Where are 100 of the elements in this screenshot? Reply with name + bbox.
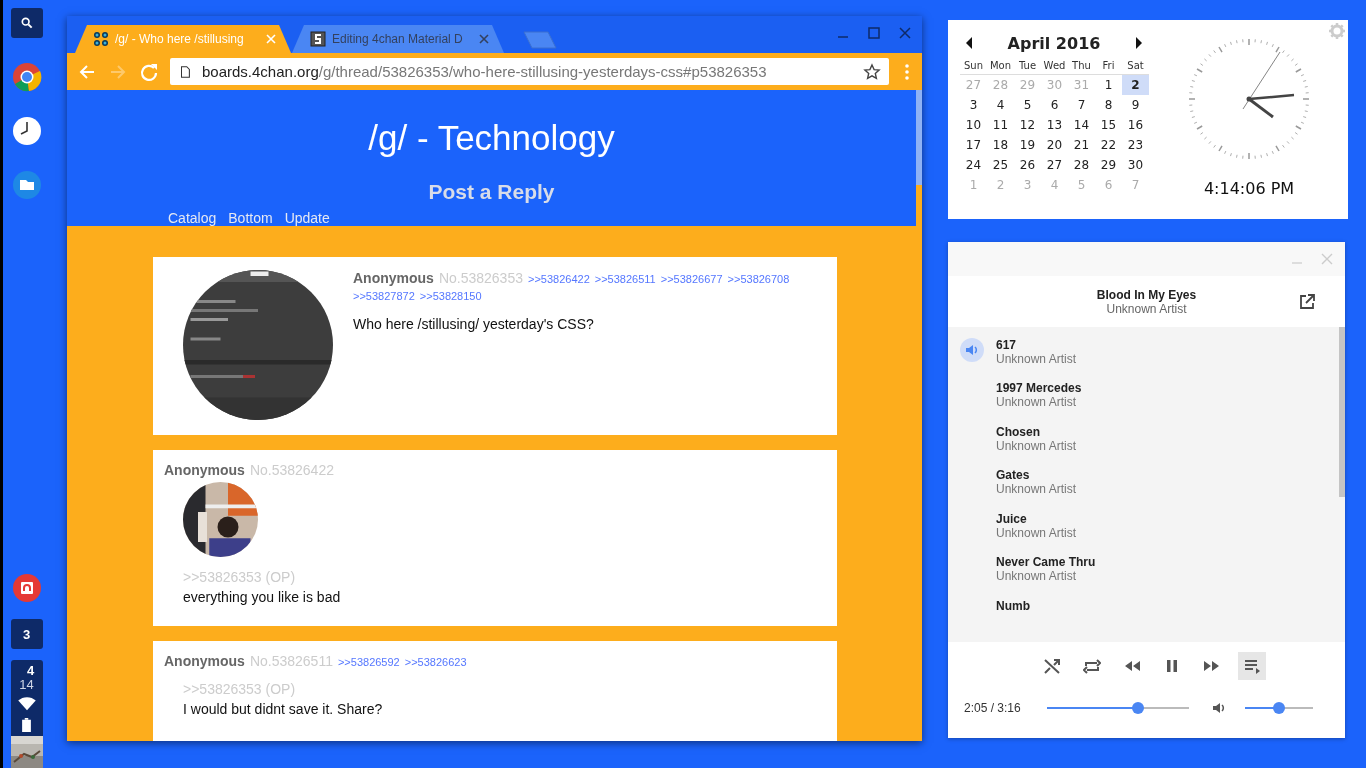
weekday-label: Thu: [1068, 58, 1095, 75]
close-icon[interactable]: [898, 26, 912, 40]
post-text: I would but didnt save it. Share?: [183, 701, 384, 717]
calendar-day[interactable]: 23: [1122, 135, 1149, 155]
calendar-day[interactable]: 2: [1122, 75, 1149, 95]
repeat-icon[interactable]: [1082, 657, 1101, 675]
track-artist: Unknown Artist: [996, 352, 1077, 366]
calendar-day[interactable]: 6: [1041, 95, 1068, 115]
next-month-icon[interactable]: [1134, 36, 1144, 50]
calendar-day[interactable]: 7: [1068, 95, 1095, 115]
weekday-label: Fri: [1095, 58, 1122, 75]
poster-name: Anonymous: [164, 653, 245, 669]
track-title: Gates: [996, 468, 1031, 483]
track-title: Never Came Thru: [996, 555, 1096, 570]
calendar-day[interactable]: 16: [1122, 115, 1149, 135]
nav-link[interactable]: Update: [284, 210, 330, 226]
search-button[interactable]: [10, 8, 43, 38]
folder-icon[interactable]: [11, 170, 42, 200]
clock-minute: 14: [19, 678, 34, 691]
star-icon[interactable]: [863, 62, 881, 81]
nav-link[interactable]: Catalog: [168, 210, 217, 226]
backlink[interactable]: >>53826677: [660, 273, 723, 285]
track-item[interactable]: 617 Unknown Artist: [948, 338, 1339, 382]
calendar-day[interactable]: 15: [1095, 115, 1122, 135]
calendar-day[interactable]: 10: [960, 115, 987, 135]
calendar-day[interactable]: 25: [987, 155, 1014, 175]
status-area[interactable]: 4 14: [10, 660, 43, 736]
backlink[interactable]: >>53826592: [337, 656, 400, 668]
post-text: Who here /stillusing/ yesterday's CSS?: [353, 316, 595, 332]
clock-icon[interactable]: [11, 116, 42, 146]
external-link-icon[interactable]: [1299, 294, 1315, 310]
calendar-day[interactable]: 18: [987, 135, 1014, 155]
calendar-day[interactable]: 1: [1095, 75, 1122, 95]
calendar-day[interactable]: 5: [1014, 95, 1041, 115]
post-reply-link[interactable]: Post a Reply: [428, 180, 555, 204]
track-item[interactable]: Gates Unknown Artist: [948, 468, 1339, 512]
calendar-day[interactable]: 11: [987, 115, 1014, 135]
url-path: /g/thread/53826353/who-here-stillusing-yesterdays-css#p53826353: [318, 63, 767, 80]
calendar-day[interactable]: 27: [1041, 155, 1068, 175]
weekday-label: Wed: [1041, 58, 1068, 75]
battery-icon: [22, 718, 31, 732]
app-icon[interactable]: [11, 573, 42, 603]
track-title: Numb: [996, 598, 1030, 613]
address-bar[interactable]: boards.4chan.org/g/thread/53826353/who-here-stillusing-yesterdays-css#p53826353: [170, 58, 889, 85]
track-artist: Unknown Artist: [996, 482, 1077, 497]
calendar-day[interactable]: 14: [1068, 115, 1095, 135]
playback-time: 2:05 / 3:16: [964, 701, 1022, 715]
calendar-day[interactable]: 28: [1068, 155, 1095, 175]
track-item[interactable]: 1997 Mercedes Unknown Artist: [948, 381, 1339, 425]
calendar-day[interactable]: 26: [1014, 155, 1041, 175]
shuffle-icon[interactable]: [1042, 657, 1061, 675]
calendar-day[interactable]: 30: [1122, 155, 1149, 175]
backlink[interactable]: >>53826708: [727, 273, 790, 285]
backlink[interactable]: >>53828150: [419, 290, 482, 302]
track-title: 1997 Mercedes: [996, 381, 1082, 396]
track-item[interactable]: Never Came Thru Unknown Artist: [948, 555, 1339, 599]
track-item[interactable]: Juice Unknown Artist: [948, 511, 1339, 556]
calendar-day[interactable]: 22: [1095, 135, 1122, 155]
playlist-icon[interactable]: [1242, 657, 1261, 675]
scrollbar-thumb[interactable]: [916, 90, 922, 185]
backlink[interactable]: >>53826623: [404, 656, 467, 668]
calendar-day[interactable]: 17: [960, 135, 987, 155]
calendar-day[interactable]: 29: [1095, 155, 1122, 175]
weekday-label: Tue: [1014, 58, 1041, 75]
browser-icon[interactable]: [11, 62, 42, 92]
calendar-day[interactable]: 24: [960, 155, 987, 175]
scrollbar-thumb[interactable]: [1339, 327, 1345, 497]
calendar-day[interactable]: 4: [987, 95, 1014, 115]
volume-slider[interactable]: [1245, 702, 1313, 714]
nav-link[interactable]: Bottom: [228, 210, 273, 226]
calendar-day[interactable]: 20: [1041, 135, 1068, 155]
window-count-badge[interactable]: 3: [10, 619, 43, 649]
now-playing-title: Blood In My Eyes: [1096, 287, 1197, 302]
track-title: Juice: [996, 511, 1028, 526]
calendar-day[interactable]: 19: [1014, 135, 1041, 155]
weekday-label: Sun: [960, 58, 987, 75]
track-artist: Unknown Artist: [996, 569, 1078, 584]
previous-month-icon[interactable]: [964, 36, 974, 50]
calendar-day[interactable]: 13: [1041, 115, 1068, 135]
backlink[interactable]: >>53826511: [594, 273, 656, 285]
clover-icon: [93, 31, 109, 47]
calendar-day[interactable]: 21: [1068, 135, 1095, 155]
backlink[interactable]: >>53826422: [527, 273, 590, 285]
calendar-day[interactable]: 8: [1095, 95, 1122, 115]
board-title: /g/ - Technology: [368, 118, 615, 158]
track-item[interactable]: Numb: [948, 598, 1339, 642]
post-text: everything you like is bad: [183, 589, 342, 605]
month-title: April 2016: [1007, 33, 1101, 53]
track-artist: Unknown Artist: [996, 438, 1077, 453]
backlink[interactable]: >>53827872: [353, 290, 415, 302]
calendar-day[interactable]: 3: [960, 95, 987, 115]
track-item[interactable]: Chosen Unknown Artist: [948, 424, 1339, 469]
track-artist: Unknown Artist: [996, 525, 1077, 540]
track-title: Chosen: [996, 424, 1041, 439]
seek-slider[interactable]: [1047, 702, 1189, 714]
calendar-day[interactable]: 9: [1122, 95, 1149, 115]
playlist-button[interactable]: [1237, 652, 1266, 680]
weekday-label: Mon: [987, 58, 1014, 75]
tab-title: /g/ - Who here /stillusing: [115, 32, 245, 46]
calendar-day[interactable]: 12: [1014, 115, 1041, 135]
